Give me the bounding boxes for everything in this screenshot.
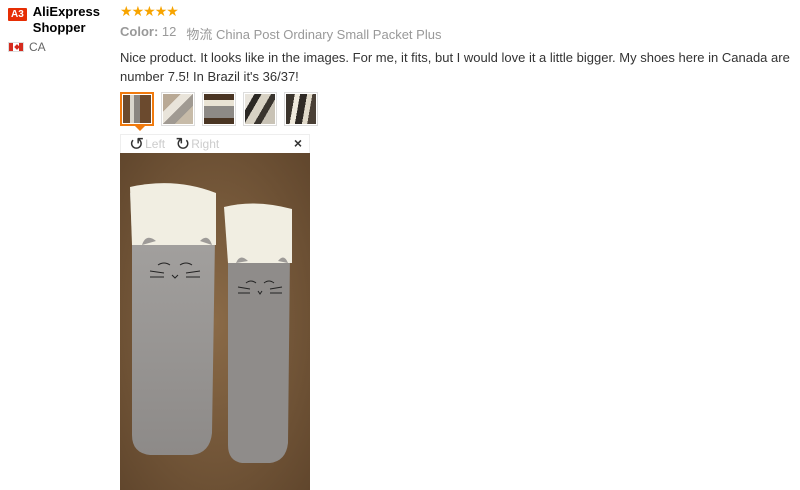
shipping-attribute: 物流 China Post Ordinary Small Packet Plus (186, 24, 441, 43)
rotate-left-icon: ↺ (129, 134, 145, 154)
photo-thumbnail[interactable] (202, 92, 236, 126)
review-photo (120, 153, 310, 490)
photo-thumbnail[interactable] (120, 92, 154, 131)
close-icon[interactable]: × (294, 135, 302, 151)
rotate-right-label: Right (191, 137, 220, 151)
color-value: 12 (161, 24, 177, 39)
review-text: Nice product. It looks like in the image… (120, 50, 790, 84)
photo-thumbnail[interactable] (161, 92, 195, 126)
photo-thumbnails (120, 92, 792, 131)
star-icon: ★ (166, 3, 179, 19)
reviewer-country: CA (8, 40, 116, 54)
rotate-right-button[interactable]: ↻ Right (175, 135, 219, 153)
star-icon: ★ (120, 3, 133, 19)
rotate-left-button[interactable]: ↺ Left (129, 135, 165, 153)
review-meta: Color: 12 物流 China Post Ordinary Small P… (120, 24, 792, 43)
photo-thumbnail[interactable] (243, 92, 277, 126)
review-content: ★ ★ ★ ★ ★ Color: 12 物流 China Post Ordinary S… (120, 3, 792, 490)
reviewer-info: A3 AliExpress Shopper CA (8, 4, 116, 54)
photo-thumbnail[interactable] (284, 92, 318, 126)
canada-flag-icon (8, 42, 24, 52)
shipping-value: China Post Ordinary Small Packet Plus (216, 27, 442, 42)
photo-viewer: ↺ Left ↻ Right × (120, 134, 310, 490)
level-badge: A3 (8, 8, 27, 21)
star-icon: ★ (131, 3, 145, 19)
color-attribute: Color: 12 (120, 24, 176, 43)
rotate-right-icon: ↻ (175, 134, 191, 154)
star-icon: ★ (143, 3, 156, 19)
rotate-left-label: Left (145, 137, 166, 151)
shipping-label: 物流 (186, 27, 213, 42)
rotate-toolbar: ↺ Left ↻ Right × (120, 134, 310, 153)
star-rating: ★ ★ ★ ★ ★ (120, 3, 792, 19)
country-code: CA (29, 40, 46, 54)
reviewer-name: AliExpress Shopper (32, 4, 100, 35)
star-icon: ★ (154, 3, 168, 19)
color-label: Color: (120, 24, 159, 39)
